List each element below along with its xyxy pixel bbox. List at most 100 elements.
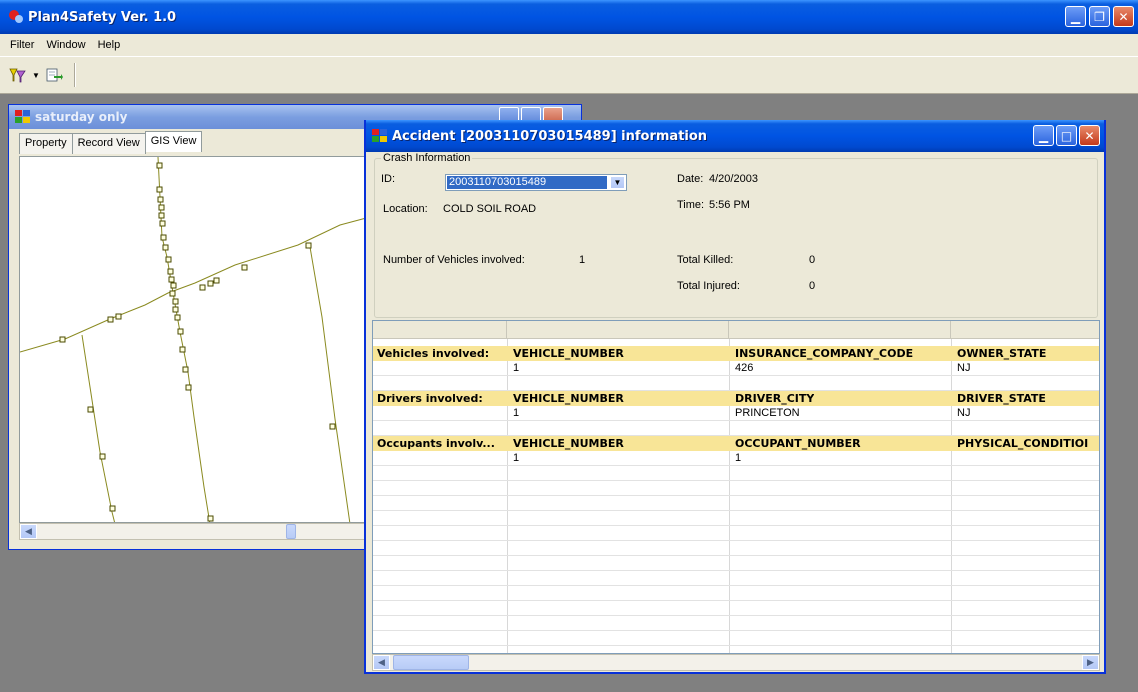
vehicles-header-row[interactable]: Vehicles involved: VEHICLE_NUMBER INSURA… — [373, 346, 1099, 361]
chevron-down-icon[interactable]: ▼ — [610, 176, 625, 189]
accident-window-title: Accident [2003110703015489] information — [392, 128, 708, 144]
crash-info-legend: Crash Information — [381, 152, 473, 164]
table-row[interactable]: 1 426 NJ — [373, 361, 1099, 376]
table-cell: 1 — [735, 452, 742, 464]
filter-dropdown-button[interactable]: ▼ — [30, 64, 42, 86]
column-header: OCCUPANT_NUMBER — [735, 437, 861, 450]
column-header: DRIVER_STATE — [957, 392, 1046, 405]
map-window-title: saturday only — [35, 110, 128, 124]
restore-button[interactable]: ❐ — [1089, 6, 1110, 27]
accident-minimize-button[interactable]: ▁ — [1033, 125, 1054, 146]
vehicles-count-label: Number of Vehicles involved: — [383, 254, 525, 266]
killed-value: 0 — [809, 254, 816, 266]
arrow-left-icon: ◀ — [378, 657, 385, 667]
filter-tool-button[interactable] — [6, 64, 30, 86]
injured-value: 0 — [809, 280, 816, 292]
tab-property[interactable]: Property — [19, 133, 73, 154]
tab-gis-view[interactable]: GIS View — [144, 131, 203, 152]
grid-header-cell[interactable] — [507, 321, 729, 339]
scroll-thumb[interactable] — [393, 655, 469, 670]
menu-filter[interactable]: Filter — [4, 37, 40, 53]
table-cell: 426 — [735, 362, 754, 374]
drivers-header-row[interactable]: Drivers involved: VEHICLE_NUMBER DRIVER_… — [373, 391, 1099, 406]
column-header: PHYSICAL_CONDITIOI — [957, 437, 1089, 450]
menu-help[interactable]: Help — [92, 37, 127, 53]
arrow-left-icon: ◀ — [25, 526, 32, 536]
occupants-section-label: Occupants involv... — [377, 437, 495, 450]
dropdown-arrow-icon: ▼ — [32, 70, 40, 80]
vehicles-section-label: Vehicles involved: — [377, 347, 490, 360]
export-icon — [46, 68, 63, 82]
vehicles-count-value: 1 — [579, 254, 586, 266]
table-cell: 1 — [513, 362, 520, 374]
toolbar-separator — [74, 63, 76, 87]
menu-window[interactable]: Window — [40, 37, 91, 53]
column-header: INSURANCE_COMPANY_CODE — [735, 347, 914, 360]
empty-row — [373, 586, 1099, 601]
date-value: 4/20/2003 — [709, 173, 758, 185]
empty-row — [373, 376, 1099, 391]
time-value: 5:56 PM — [709, 199, 750, 211]
minimize-icon: ▁ — [1070, 9, 1081, 24]
id-label: ID: — [381, 173, 396, 185]
app-icon — [8, 9, 24, 25]
tab-record-view[interactable]: Record View — [71, 133, 146, 154]
grid-horizontal-scrollbar[interactable]: ◀ ▶ — [372, 654, 1100, 671]
occupants-header-row[interactable]: Occupants involv... VEHICLE_NUMBER OCCUP… — [373, 436, 1099, 451]
minimize-button[interactable]: ▁ — [1065, 6, 1086, 27]
arrow-right-icon: ▶ — [1087, 657, 1094, 667]
table-cell: 1 — [513, 407, 520, 419]
accident-window-title-bar[interactable]: Accident [2003110703015489] information … — [366, 120, 1104, 152]
main-title-bar[interactable]: Plan4Safety Ver. 1.0 ▁ ❐ ✕ — [0, 0, 1138, 34]
scroll-left-button[interactable]: ◀ — [373, 655, 390, 670]
location-value: COLD SOIL ROAD — [443, 203, 537, 215]
window-icon — [15, 110, 30, 123]
scroll-thumb[interactable] — [286, 524, 296, 539]
grid-header-cell[interactable] — [729, 321, 951, 339]
id-combobox[interactable]: 2003110703015489 ▼ — [445, 174, 627, 191]
empty-row — [373, 541, 1099, 556]
empty-row — [373, 631, 1099, 646]
scroll-left-button[interactable]: ◀ — [20, 524, 37, 539]
filter-icon — [9, 68, 26, 83]
empty-row — [373, 466, 1099, 481]
empty-row — [373, 496, 1099, 511]
app-title: Plan4Safety Ver. 1.0 — [28, 9, 177, 25]
details-grid[interactable]: Vehicles involved: VEHICLE_NUMBER INSURA… — [372, 320, 1100, 654]
date-label: Date: — [677, 173, 704, 185]
empty-row — [373, 601, 1099, 616]
table-cell: 1 — [513, 452, 520, 464]
column-header: VEHICLE_NUMBER — [513, 347, 624, 360]
grid-header-cell[interactable] — [373, 321, 507, 339]
toolbar: ▼ — [0, 56, 1138, 94]
accident-close-button[interactable]: ✕ — [1079, 125, 1100, 146]
crash-info-group: Crash Information ID: 2003110703015489 ▼… — [374, 152, 1098, 318]
accident-window: Accident [2003110703015489] information … — [364, 120, 1106, 674]
time-label: Time: — [677, 199, 705, 211]
export-tool-button[interactable] — [42, 64, 66, 86]
table-row[interactable]: 1 1 — [373, 451, 1099, 466]
injured-label: Total Injured: — [677, 280, 740, 292]
id-combobox-value: 2003110703015489 — [447, 176, 607, 189]
empty-row — [373, 556, 1099, 571]
accident-maximize-button[interactable]: □ — [1056, 125, 1077, 146]
column-header: VEHICLE_NUMBER — [513, 437, 624, 450]
empty-row — [373, 511, 1099, 526]
maximize-icon: □ — [1060, 128, 1073, 143]
table-row[interactable]: 1 PRINCETON NJ — [373, 406, 1099, 421]
table-cell: PRINCETON — [735, 407, 800, 419]
empty-row — [373, 421, 1099, 436]
grid-header — [373, 321, 1099, 339]
table-cell: NJ — [957, 362, 971, 374]
scroll-right-button[interactable]: ▶ — [1082, 655, 1099, 670]
close-button[interactable]: ✕ — [1113, 6, 1134, 27]
close-icon: ✕ — [1118, 9, 1129, 24]
window-icon — [372, 129, 387, 142]
column-header: OWNER_STATE — [957, 347, 1047, 360]
empty-row — [373, 616, 1099, 631]
empty-row — [373, 571, 1099, 586]
empty-row — [373, 481, 1099, 496]
location-label: Location: — [383, 203, 428, 215]
map-tabs: Property Record View GIS View — [19, 131, 203, 154]
drivers-section-label: Drivers involved: — [377, 392, 483, 405]
